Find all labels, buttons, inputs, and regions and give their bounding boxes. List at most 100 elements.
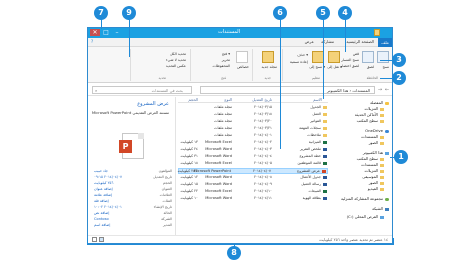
file-size: ٢٤ كيلوبايت [180,147,198,151]
file-row[interactable]: خطة المشروع ٢٠١٤/٠٤/٠٤ Microsoft Word ٣١ كي… [178,154,328,160]
file-row[interactable]: بطاقة الهوية ٢٠١٤/٠٤/١١ Microsoft Word ١٠ ك… [178,196,328,202]
open-button[interactable]: فتح ▾ [222,52,230,56]
help-icon[interactable]: ? [91,39,93,44]
file-row[interactable]: رسالة العميل ٢٠١٤/٠٤/٠٩ Microsoft Word ١٥ ك… [178,182,328,188]
new-folder-icon[interactable] [262,51,274,63]
preview-detail-value[interactable]: Contoso [94,217,109,221]
tab-home[interactable]: الصفحة الرئيسية [346,39,374,44]
nav-item[interactable]: الموسيقى [362,174,384,179]
address-bar[interactable]: المستندات ‹ هذا الكمبيوتر [200,86,375,94]
move-to-button[interactable]: نقل إلى ▾ [327,65,342,69]
preview-detail-value[interactable]: ٢٠١٤/٠٤/٠٧ ٠٩:١٥ [94,175,122,179]
nav-item[interactable]: الفيديو [368,186,384,191]
copy-button[interactable]: نسخ [382,65,389,69]
select-all-button[interactable]: تحديد الكل [170,52,186,56]
large-icons-view-icon[interactable] [99,237,104,242]
nav-item[interactable]: المفضلة [370,100,389,105]
rename-button[interactable]: إعادة تسمية [290,60,308,64]
nav-item[interactable]: المستندات [361,134,384,139]
minimize-button[interactable]: – [112,29,122,36]
folder-icon [380,187,384,191]
nav-item[interactable]: OneDrive [365,128,389,133]
callout-1: 1 [394,150,408,164]
file-date: ٢٠١٤/٠٣/٢٠ [254,119,272,123]
file-row[interactable]: ملخص التقرير ٢٠١٤/٠٤/٠٣ Microsoft Word ٢٤ ك… [178,147,328,153]
tab-file[interactable]: ملف [378,38,392,47]
file-row[interactable]: ملاحظات ٢٠١٤/٠٤/٠١ مجلد ملفات [178,133,328,139]
quick-access-folder-icon[interactable] [374,29,380,36]
properties-icon[interactable] [236,51,248,63]
preview-detail-key: الحجم [162,181,172,185]
preview-detail-value[interactable]: جاد حبيب [94,169,108,173]
nav-item[interactable]: الصور [369,140,384,145]
preview-detail-value[interactable]: ٢٥٦ كيلوبايت [94,181,113,185]
file-name: جدول الأعمال [300,175,321,179]
cut-button[interactable]: قص [353,52,359,56]
nav-item-label: OneDrive [365,128,383,133]
preview-detail-value[interactable]: ٢٠١٤/٠٤/٠١ ١٠:٠٢ [94,205,122,209]
file-row[interactable]: عرض المشروع ٢٠١٤/٠٤/٠٧ Microsoft PowerPoin… [178,168,328,174]
file-type: Microsoft Word [205,175,232,179]
preview-detail-value[interactable]: إضافة نص [94,211,109,215]
file-row[interactable]: العمل ٢٠١٤/٠٣/١٨ مجلد ملفات [178,112,328,118]
nav-item[interactable]: (C:) القرص المحلي [347,214,384,219]
file-type: Microsoft Word [205,196,232,200]
paste-icon[interactable] [362,51,374,63]
copy-icon[interactable] [377,51,389,63]
maximize-button[interactable]: □ [101,29,111,36]
column-name[interactable]: الاسم [313,97,322,102]
nav-item[interactable]: مجموعة المشاركة المنزلية [341,196,389,201]
edit-button[interactable]: تحرير [222,58,230,62]
back-icon[interactable]: ← [384,86,390,94]
delete-button[interactable]: حذف ▾ [297,53,308,57]
history-button[interactable]: المحفوظات [212,64,230,68]
nav-item[interactable]: المستندات [361,162,384,167]
nav-item[interactable]: الشبكة [372,206,389,211]
file-row[interactable]: جدول الأعمال ٢٠١٤/٠٤/٠٨ Microsoft Word ١٢ ك… [178,175,328,181]
preview-detail-value[interactable]: إضافة فئة [94,199,109,203]
tab-view[interactable]: عرض [305,39,314,44]
close-button[interactable]: ✕ [90,29,100,36]
move-to-icon[interactable] [328,51,340,63]
homegroup-icon [385,197,389,201]
excel-icon [323,162,327,165]
invert-selection-button[interactable]: عكس التحديد [166,64,186,68]
nav-item[interactable]: سطح المكتب [357,118,384,123]
file-row[interactable]: الفواتير ٢٠١٤/٠٣/٢٠ مجلد ملفات [178,119,328,125]
file-size: ١٨ كيلوبايت [180,161,198,165]
column-type[interactable]: النوع [224,97,232,102]
details-view-icon[interactable] [92,237,97,242]
file-row[interactable]: المبيعات ٢٠١٤/٠٤/١٠ Microsoft Excel ٢٢ كيلو… [178,189,328,195]
preview-detail-value[interactable]: إضافة عنوان [94,187,113,191]
paste-button[interactable]: لصق [367,65,374,69]
file-row[interactable]: قائمة الموظفين ٢٠١٤/٠٤/٠٥ Microsoft Excel ١… [178,161,328,167]
nav-item[interactable]: سطح المكتب [357,156,384,161]
word-icon [323,176,327,179]
properties-button[interactable]: خصائص [237,65,249,69]
file-type: مجلد ملفات [214,112,232,116]
file-row[interactable]: الجدول ٢٠١٤/٠٣/١٥ مجلد ملفات [178,105,328,111]
preview-detail-key: الحالة [163,211,172,215]
nav-item[interactable]: التنزيلات [365,106,384,111]
nav-item[interactable]: هذا الكمبيوتر [363,150,389,155]
preview-detail-value[interactable]: إضافة اسم [94,223,110,227]
title-bar[interactable]: ✕ □ – المستندات [88,28,392,38]
column-date[interactable]: تاريخ التعديل [252,97,272,102]
select-none-button[interactable]: تحديد لا شيء [166,58,186,62]
window-title: المستندات [218,29,241,35]
ribbon-group-organize: نقل إلى ▾ نسخ إلى ▾ حذف ▾ إعادة تسمية تن… [282,49,344,81]
nav-item[interactable]: الأماكن الحديثة [355,112,384,117]
status-bar: ١٤ عنصر تم تحديد عنصر واحد ٢٥٦ كيلوبايت [88,235,392,243]
preview-detail-value[interactable]: إضافة علامة [94,193,112,197]
forward-icon[interactable]: → [377,86,383,94]
file-row[interactable]: الميزانية ٢٠١٤/٠٤/٠٢ Microsoft Excel ١٣ كيل… [178,140,328,146]
new-folder-button[interactable]: مجلد جديد [262,65,277,69]
nav-item[interactable]: التنزيلات [365,168,384,173]
search-input[interactable]: بحث في المستندات ⌕ [92,86,192,94]
file-row[interactable]: سجلات المهمة ٢٠١٤/٠٣/٢١ مجلد ملفات [178,126,328,132]
cloud-icon [385,129,389,133]
column-size[interactable]: الحجم [188,97,198,102]
word-icon [323,155,327,158]
file-date: ٢٠١٤/٠٣/١٨ [254,112,272,116]
nav-item[interactable]: الصور [369,180,384,185]
